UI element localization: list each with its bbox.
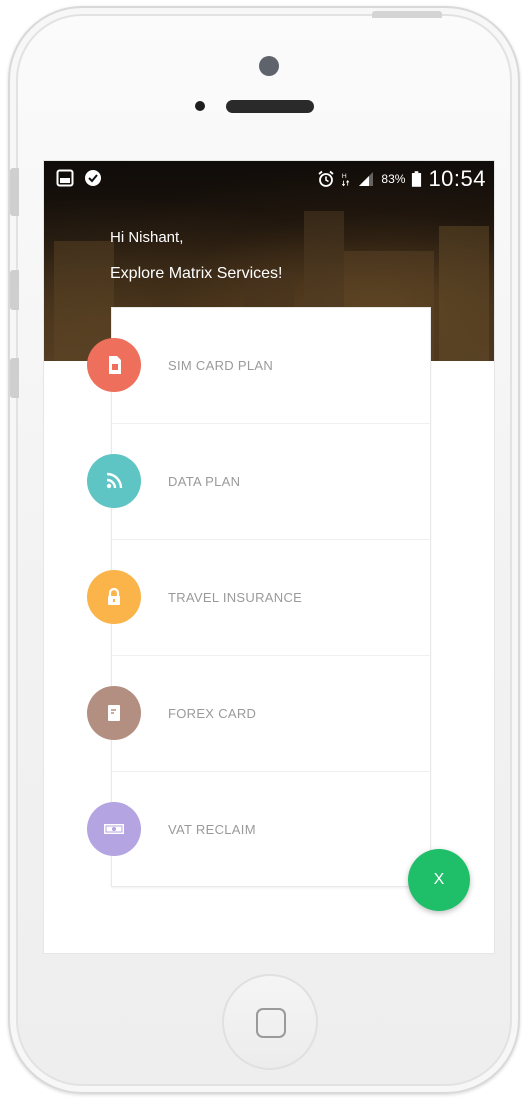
wifi-signal-icon-circle[interactable] xyxy=(87,454,141,508)
service-label: FOREX CARD xyxy=(168,706,257,721)
service-item-data-plan[interactable]: DATA PLAN xyxy=(112,424,430,540)
earpiece-speaker xyxy=(226,100,314,113)
cell-signal-icon xyxy=(359,172,374,186)
header-subtitle: Explore Matrix Services! xyxy=(110,265,283,282)
service-item-vat-reclaim[interactable]: VAT RECLAIM xyxy=(112,772,430,888)
svg-text:H: H xyxy=(342,173,347,180)
battery-icon xyxy=(412,171,422,187)
status-time: 10:54 xyxy=(428,166,486,191)
proximity-sensor xyxy=(195,101,205,111)
mute-switch xyxy=(10,168,19,216)
card-icon xyxy=(108,705,120,721)
card-icon-circle[interactable] xyxy=(87,686,141,740)
service-label: VAT RECLAIM xyxy=(168,822,256,837)
front-camera xyxy=(259,56,279,76)
money-icon xyxy=(104,824,124,834)
data-signal-icon: H xyxy=(342,173,350,187)
greeting-text: Hi Nishant, xyxy=(110,229,184,246)
lock-icon xyxy=(108,587,120,605)
sim-card-icon xyxy=(109,356,121,374)
home-button-square xyxy=(256,1008,286,1038)
wifi-signal-icon xyxy=(106,472,123,489)
service-label: TRAVEL INSURANCE xyxy=(168,590,303,605)
home-button[interactable] xyxy=(222,974,318,1070)
money-icon-circle[interactable] xyxy=(87,802,141,856)
power-button xyxy=(372,11,442,18)
security-check-icon xyxy=(85,170,101,186)
service-item-forex-card[interactable]: FOREX CARD xyxy=(112,656,430,772)
services-card: SIM CARD PLAN DATA PLAN TRAVEL INSURANCE… xyxy=(111,307,431,887)
header-building-shape xyxy=(439,226,489,361)
service-label: DATA PLAN xyxy=(168,474,241,489)
service-item-sim-card-plan[interactable]: SIM CARD PLAN xyxy=(112,308,430,424)
sim-card-icon-circle[interactable] xyxy=(87,338,141,392)
volume-down-button xyxy=(10,358,19,398)
gallery-notification-icon xyxy=(56,169,74,187)
service-label: SIM CARD PLAN xyxy=(168,358,274,373)
lock-icon-circle[interactable] xyxy=(87,570,141,624)
battery-percent: 83% xyxy=(381,172,406,186)
alarm-icon xyxy=(318,170,334,187)
service-item-travel-insurance[interactable]: TRAVEL INSURANCE xyxy=(112,540,430,656)
close-fab-button[interactable]: X xyxy=(408,849,470,911)
volume-up-button xyxy=(10,270,19,310)
app-screen: H 83% 10:54 Hi Nishant, Explore Matrix S… xyxy=(43,160,495,954)
status-bar: H 83% 10:54 xyxy=(44,161,494,197)
